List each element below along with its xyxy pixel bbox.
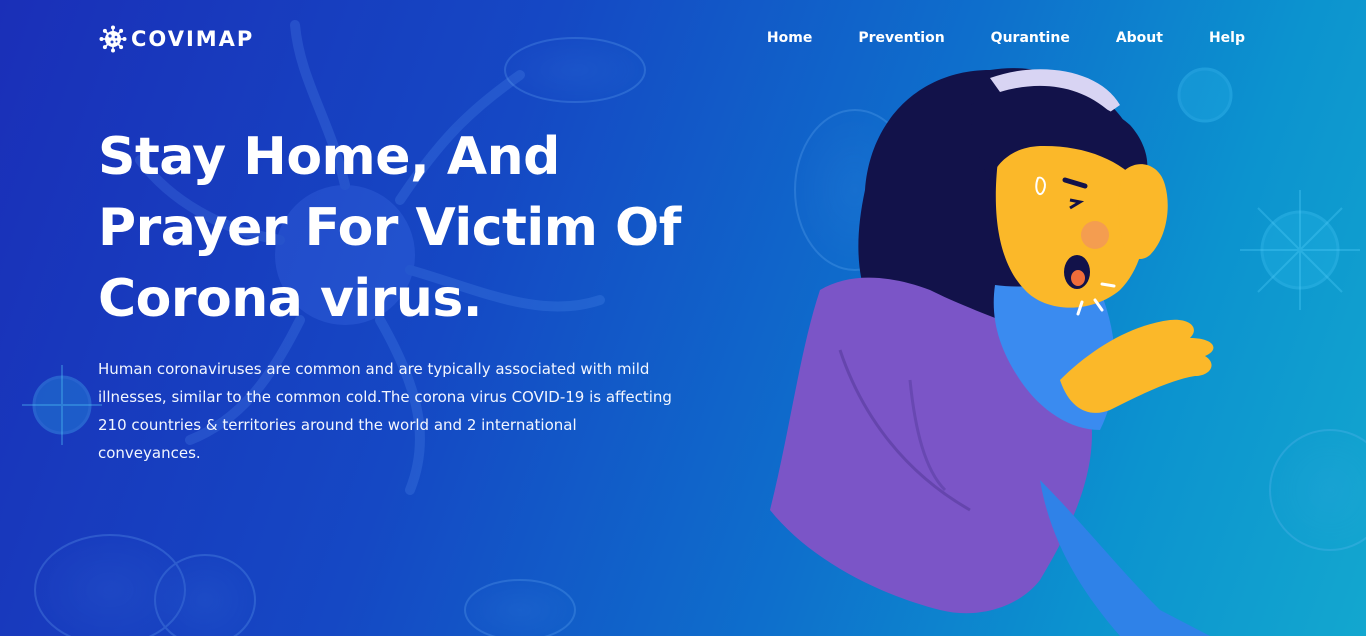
hand-forehead bbox=[1118, 164, 1168, 260]
hero-title: Stay Home, And Prayer For Victim Of Coro… bbox=[98, 127, 681, 329]
nav-item-quarantine[interactable]: Qurantine bbox=[991, 30, 1070, 46]
nav-item-help[interactable]: Help bbox=[1209, 30, 1245, 46]
nav-item-about[interactable]: About bbox=[1116, 30, 1163, 46]
brand-logo[interactable]: COVIMAP bbox=[99, 24, 254, 54]
main-nav: Home Prevention Qurantine About Help bbox=[767, 28, 1245, 48]
brand-name: COVIMAP bbox=[131, 27, 255, 51]
nav-item-prevention[interactable]: Prevention bbox=[858, 30, 944, 46]
virus-icon bbox=[99, 25, 127, 53]
hero-description: Human coronaviruses are common and are t… bbox=[98, 360, 672, 462]
coughing-woman-illustration bbox=[770, 68, 1214, 636]
nav-item-home[interactable]: Home bbox=[767, 30, 812, 46]
